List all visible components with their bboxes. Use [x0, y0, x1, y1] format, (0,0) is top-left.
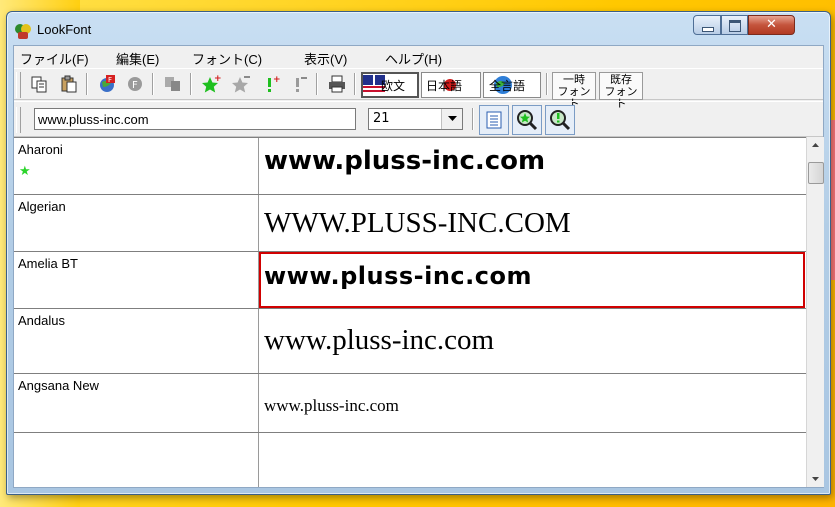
- font-gray-icon: F: [128, 77, 142, 91]
- column-divider: [258, 433, 259, 487]
- toolbar-separator: [354, 73, 356, 95]
- maximize-icon: [729, 20, 741, 32]
- close-icon: ✕: [766, 17, 777, 32]
- lang-all-label: 全言語: [489, 78, 526, 93]
- font-size-select[interactable]: 21: [368, 108, 463, 130]
- column-divider: [258, 138, 259, 194]
- scroll-up-button[interactable]: [807, 137, 824, 154]
- toolbar-separator: [546, 73, 548, 95]
- menu-file[interactable]: ファイル(F): [20, 49, 89, 68]
- toolbar-separator: [316, 73, 318, 95]
- copy-icon: [31, 76, 47, 93]
- scroll-thumb[interactable]: [808, 162, 824, 184]
- minimize-icon: [702, 27, 714, 32]
- magnifier-star-icon: [517, 110, 538, 131]
- remove-mark-button[interactable]: [286, 72, 312, 96]
- column-divider: [258, 309, 259, 373]
- svg-text:+: +: [214, 74, 222, 84]
- paste-icon: [61, 75, 77, 93]
- menu-view[interactable]: 表示(V): [304, 49, 347, 68]
- main-toolbar: F F + + 欧文 日本語 全言語 一時 フォント 既存 フォント: [14, 68, 823, 110]
- favorite-star-icon: ★: [19, 164, 31, 179]
- chevron-up-icon: [812, 143, 819, 147]
- compare-font-button[interactable]: [160, 72, 186, 96]
- font-row-next[interactable]: [14, 433, 806, 487]
- list-view-button[interactable]: [479, 105, 509, 135]
- existing-font-button[interactable]: 既存 フォント: [599, 72, 643, 110]
- font-size-value: 21: [373, 111, 390, 126]
- vertical-scrollbar[interactable]: [806, 137, 824, 487]
- toolbar-separator: [472, 108, 474, 130]
- favorites-filter-button[interactable]: [512, 105, 542, 135]
- magnifier-exclaim-icon: [550, 110, 571, 131]
- font-sample: www.pluss-inc.com: [264, 324, 495, 356]
- list-icon: [486, 111, 502, 129]
- remove-favorite-button[interactable]: [228, 72, 254, 96]
- search-toolbar: 21: [14, 101, 823, 137]
- font-row-amelia-bt[interactable]: Amelia BT www.pluss-inc.com: [14, 252, 806, 309]
- star-plus-icon: +: [202, 74, 222, 93]
- font-row-algerian[interactable]: Algerian WWW.PLUSS-INC.COM: [14, 195, 806, 252]
- lang-european-label: 欧文: [381, 78, 406, 93]
- add-favorite-button[interactable]: +: [198, 72, 224, 96]
- toolbar-grip[interactable]: [16, 107, 21, 133]
- font-list: Aharoni ★ www.pluss-inc.com Algerian WWW…: [14, 137, 806, 487]
- print-button[interactable]: [324, 72, 350, 96]
- column-divider: [258, 374, 259, 432]
- toolbar-grip[interactable]: [16, 72, 21, 98]
- font-name: Algerian: [18, 199, 66, 214]
- svg-text:+: +: [273, 75, 281, 85]
- app-icon: [15, 24, 31, 39]
- font-row-aharoni[interactable]: Aharoni ★ www.pluss-inc.com: [14, 138, 806, 195]
- add-mark-button[interactable]: +: [258, 72, 284, 96]
- font-sample: www.pluss-inc.com: [264, 146, 546, 176]
- lang-japanese-button[interactable]: 日本語: [421, 72, 481, 98]
- exclaim-plus-icon: +: [268, 75, 281, 92]
- font-disabled-button[interactable]: F: [122, 72, 148, 96]
- lang-european-button[interactable]: 欧文: [361, 72, 419, 98]
- font-sample: www.pluss-inc.com: [264, 396, 399, 415]
- font-sample: www.pluss-inc.com: [264, 262, 532, 290]
- lang-all-button[interactable]: 全言語: [483, 72, 541, 98]
- font-name: Aharoni: [18, 142, 63, 157]
- scroll-down-button[interactable]: [807, 470, 824, 487]
- font-info-button[interactable]: F: [94, 72, 120, 96]
- toolbar-separator: [86, 73, 88, 95]
- column-divider: [258, 195, 259, 251]
- compare-icon: [165, 77, 180, 91]
- font-name: Andalus: [18, 313, 65, 328]
- svg-text:F: F: [108, 76, 112, 84]
- star-minus-icon: [232, 76, 250, 93]
- font-name: Angsana New: [18, 378, 99, 393]
- toolbar-separator: [190, 73, 192, 95]
- font-row-andalus[interactable]: Andalus www.pluss-inc.com: [14, 309, 806, 374]
- client-area: ファイル(F) 編集(E) フォント(C) 表示(V) ヘルプ(H) F F +…: [13, 45, 824, 488]
- temp-font-button[interactable]: 一時 フォント: [552, 72, 596, 110]
- marked-filter-button[interactable]: [545, 105, 575, 135]
- menu-help[interactable]: ヘルプ(H): [385, 49, 442, 68]
- maximize-button[interactable]: [721, 15, 748, 35]
- svg-text:F: F: [132, 80, 138, 91]
- menu-bar: ファイル(F) 編集(E) フォント(C) 表示(V) ヘルプ(H): [14, 46, 823, 68]
- minimize-button[interactable]: [693, 15, 721, 35]
- font-name: Amelia BT: [18, 256, 78, 271]
- exclaim-minus-icon: [296, 77, 307, 92]
- font-row-angsana-new[interactable]: Angsana New www.pluss-inc.com: [14, 374, 806, 433]
- printer-icon: [329, 75, 345, 93]
- paste-button[interactable]: [56, 72, 82, 96]
- font-globe-icon: F: [100, 75, 115, 92]
- lang-japanese-label: 日本語: [426, 78, 463, 93]
- menu-font[interactable]: フォント(C): [192, 49, 262, 68]
- chevron-down-icon[interactable]: [441, 109, 462, 129]
- chevron-down-icon: [812, 477, 819, 481]
- sample-text-input[interactable]: [34, 108, 356, 130]
- lookfont-window: LookFont ✕ ファイル(F) 編集(E) フォント(C) 表示(V) ヘ…: [6, 11, 831, 495]
- toolbar-separator: [152, 73, 154, 95]
- menu-edit[interactable]: 編集(E): [116, 49, 159, 68]
- window-title: LookFont: [37, 22, 92, 37]
- close-button[interactable]: ✕: [748, 15, 795, 35]
- font-sample: WWW.PLUSS-INC.COM: [264, 207, 571, 239]
- copy-button[interactable]: [26, 72, 52, 96]
